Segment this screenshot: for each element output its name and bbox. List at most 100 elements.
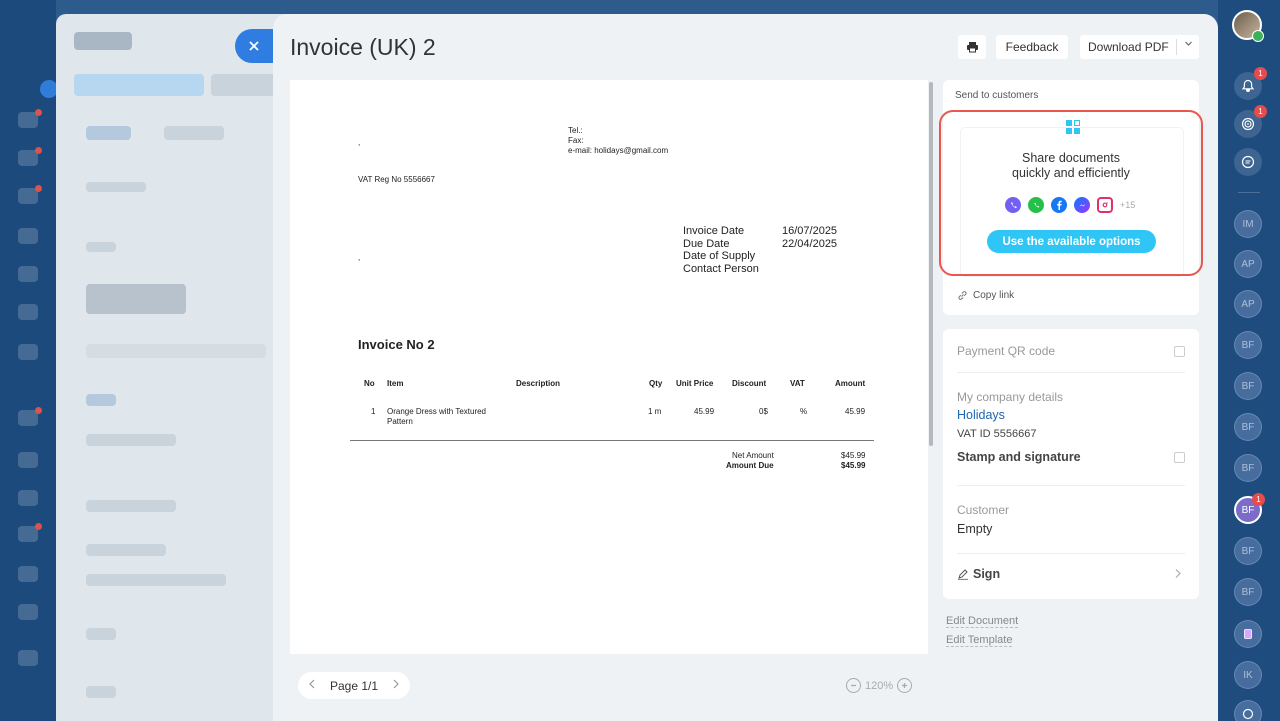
contact-avatar[interactable]: BF [1234, 331, 1262, 359]
contact-avatar[interactable]: AP [1234, 250, 1262, 278]
chevron-right-icon[interactable] [1174, 567, 1182, 582]
row-number: 1 [371, 407, 376, 416]
sign-label: Sign [973, 567, 1001, 581]
whatsapp-icon[interactable] [1028, 197, 1044, 213]
background-menu-dot [18, 604, 38, 620]
copilot-button[interactable] [1234, 700, 1262, 721]
more-messengers-count[interactable]: +15 [1120, 200, 1135, 210]
contact-avatar[interactable]: BF [1234, 413, 1262, 441]
payment-qr-label: Payment QR code [957, 344, 1056, 358]
edit-template-link[interactable]: Edit Template [946, 634, 1013, 647]
row-amount: 45.99 [845, 407, 866, 416]
share-title-line2: quickly and efficiently [1012, 166, 1130, 180]
viber-icon[interactable] [1005, 197, 1021, 213]
copy-link-button[interactable]: Copy link [957, 290, 1014, 301]
net-amount-label: Net Amount [732, 451, 774, 460]
contact-avatar[interactable]: BF [1234, 578, 1262, 606]
right-sidebar: 1 1 IM AP AP BF BF BF BF BF 1 BF BF IK [1218, 0, 1280, 721]
zoom-level: 120% [865, 679, 894, 692]
background-block [86, 182, 146, 192]
background-deal-panel [56, 14, 296, 721]
contact-avatar[interactable]: IM [1234, 210, 1262, 238]
send-to-customers-card: Send to customers Share documents quickl… [939, 80, 1203, 315]
contact-avatar[interactable]: IK [1234, 661, 1262, 689]
messenger-list: +15 [1005, 196, 1135, 214]
stamp-signature-label: Stamp and signature [957, 450, 1081, 464]
feedback-button[interactable]: Feedback [996, 35, 1068, 59]
background-menu-dot [18, 490, 38, 506]
column-header: Qty [649, 379, 663, 388]
sign-button[interactable]: Sign [957, 567, 1000, 581]
printer-icon [966, 42, 978, 53]
copilot-icon [1242, 708, 1254, 720]
contact-avatar[interactable]: BF [1234, 537, 1262, 565]
vat-id: VAT ID 5556667 [957, 428, 1037, 440]
background-menu-dot [18, 523, 42, 542]
button-divider [1176, 39, 1177, 55]
download-pdf-button[interactable]: Download PDF [1080, 35, 1199, 59]
contact-avatar-active[interactable]: BF 1 [1234, 493, 1265, 524]
stamp-signature-checkbox[interactable] [1174, 452, 1185, 463]
row-item-line1: Orange Dress with Textured [387, 407, 487, 416]
background-block [86, 686, 116, 698]
facebook-icon[interactable] [1051, 197, 1067, 213]
target-icon [1241, 117, 1255, 131]
print-button[interactable] [958, 35, 986, 59]
use-available-options-button[interactable]: Use the available options [987, 230, 1156, 253]
link-icon [958, 291, 967, 300]
prev-page-button[interactable] [308, 679, 316, 692]
background-left-menu [0, 0, 58, 721]
company-fax: Fax: [568, 136, 584, 145]
row-unit-price: 45.99 [694, 407, 715, 416]
notebook-button[interactable] [1234, 620, 1262, 648]
due-date-value: 22/04/2025 [782, 237, 838, 250]
payment-qr-checkbox[interactable] [1174, 346, 1185, 357]
amount-due-value: $45.99 [841, 461, 866, 470]
row-discount: 0$ [759, 407, 768, 416]
background-block [164, 126, 224, 140]
background-menu-dot [18, 228, 38, 244]
copy-link-label: Copy link [973, 290, 1015, 301]
column-header: Item [387, 379, 404, 388]
document-details-card: Payment QR code My company details Holid… [943, 329, 1199, 599]
zoom-in-button[interactable] [897, 678, 913, 693]
instagram-icon[interactable] [1097, 197, 1113, 213]
background-menu-dot [18, 407, 42, 426]
user-avatar[interactable] [1232, 10, 1264, 42]
chat-button[interactable] [1234, 148, 1262, 176]
background-block [86, 574, 226, 586]
share-title-line1: Share documents [1022, 151, 1120, 165]
chat-icon [1241, 155, 1255, 169]
close-button[interactable] [235, 29, 273, 63]
customer-address: , [358, 253, 361, 262]
row-item-line2: Pattern [387, 417, 413, 426]
company-tel: Tel.: [568, 126, 583, 135]
edit-document-link[interactable]: Edit Document [946, 615, 1019, 628]
next-page-button[interactable] [392, 679, 400, 692]
contact-avatar[interactable]: AP [1234, 290, 1262, 318]
divider [957, 485, 1185, 486]
row-vat: % [800, 407, 808, 416]
chevron-down-icon[interactable] [1184, 39, 1193, 51]
background-menu-dot [18, 452, 38, 468]
zoom-out-button[interactable] [846, 678, 861, 693]
chevron-right-icon [393, 679, 399, 689]
customer-value[interactable]: Empty [957, 522, 992, 536]
background-block [211, 74, 281, 96]
notifications-button[interactable]: 1 [1234, 67, 1267, 100]
contact-avatar[interactable]: BF [1234, 454, 1262, 482]
customer-label: Customer [957, 503, 1010, 517]
goals-badge: 1 [1254, 105, 1267, 118]
background-block [86, 344, 266, 358]
contact-avatar[interactable]: BF [1234, 372, 1262, 400]
chevron-left-icon [309, 679, 315, 689]
invoice-date-value: 16/07/2025 [782, 225, 838, 237]
background-menu-dot [18, 266, 38, 282]
company-email: e-mail: holidays@gmail.com [568, 146, 669, 155]
company-name-link[interactable]: Holidays [957, 408, 1005, 422]
page-indicator: Page 1/1 [329, 678, 379, 693]
messenger-icon[interactable] [1074, 197, 1090, 213]
background-menu-dot [18, 185, 42, 204]
goals-button[interactable]: 1 [1234, 105, 1267, 138]
preview-scrollbar[interactable] [929, 82, 933, 446]
